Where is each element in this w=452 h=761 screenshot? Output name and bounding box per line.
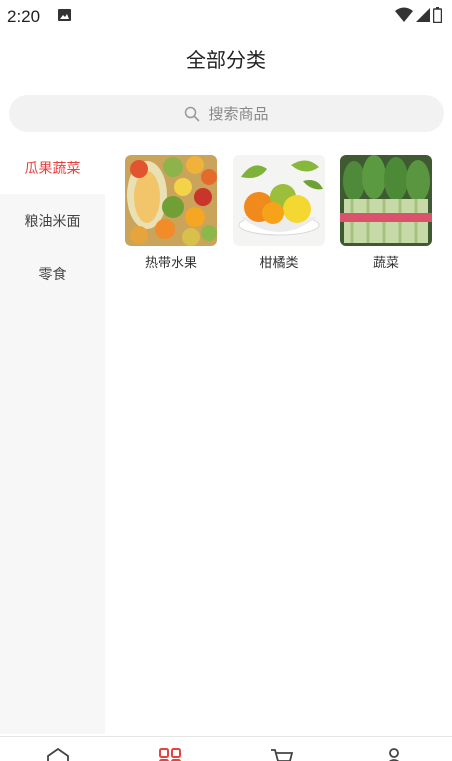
profile-icon[interactable]	[380, 747, 408, 761]
sidebar-item-label: 瓜果蔬菜	[24, 160, 81, 177]
search-icon	[185, 106, 200, 121]
category-card-vegetables[interactable]: 蔬菜	[340, 155, 432, 271]
signal-icon	[416, 8, 430, 22]
sidebar-item-label: 零食	[38, 266, 67, 283]
subcategory-grid: 热带水果 柑橘类 蔬菜	[105, 141, 452, 734]
sidebar-item-grain-oil[interactable]: 粮油米面	[0, 194, 105, 247]
image-icon	[58, 9, 71, 21]
search-placeholder: 搜索商品	[208, 105, 269, 123]
page-title: 全部分类	[186, 48, 266, 72]
category-sidebar: 瓜果蔬菜 粮油米面 零食	[0, 141, 105, 734]
sidebar-item-label: 粮油米面	[24, 213, 81, 230]
cart-icon[interactable]	[268, 747, 296, 761]
vegetables-image	[340, 155, 432, 246]
status-time: 2:20	[7, 7, 41, 26]
category-label: 蔬菜	[372, 256, 399, 271]
category-label: 热带水果	[144, 256, 197, 271]
home-icon[interactable]	[44, 747, 72, 761]
battery-icon	[433, 7, 442, 23]
citrus-fruits-image	[233, 155, 325, 246]
tropical-fruits-image	[125, 155, 217, 246]
bottom-tab-bar	[0, 736, 452, 761]
search-input[interactable]: 搜索商品	[9, 95, 444, 132]
category-card-citrus[interactable]: 柑橘类	[233, 155, 325, 271]
sidebar-item-fruits-vegetables[interactable]: 瓜果蔬菜	[0, 141, 105, 194]
category-icon[interactable]	[156, 747, 184, 761]
category-label: 柑橘类	[259, 256, 299, 271]
status-bar: 2:20	[0, 0, 452, 34]
category-card-tropical-fruits[interactable]: 热带水果	[125, 155, 217, 271]
sidebar-item-snacks[interactable]: 零食	[0, 247, 105, 300]
status-icons	[395, 7, 442, 23]
wifi-icon	[395, 7, 413, 22]
